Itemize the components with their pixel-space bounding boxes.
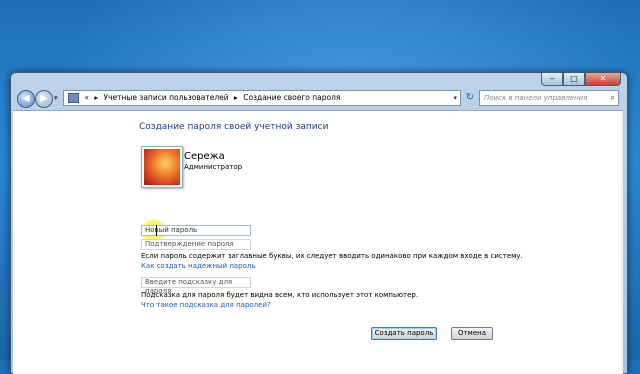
control-panel-icon — [68, 93, 79, 103]
user-avatar — [141, 146, 183, 188]
address-dropdown-icon[interactable]: ▾ — [453, 91, 457, 105]
title-bar[interactable]: ‒ □ ✕ — [11, 73, 627, 87]
content-pane: Создание пароля своей учетной записи Сер… — [13, 110, 623, 374]
minimize-button[interactable]: ‒ — [541, 73, 563, 86]
confirm-password-field[interactable]: Подтверждение пароля — [141, 239, 251, 250]
search-placeholder: Поиск в панели управления — [484, 94, 588, 102]
search-input[interactable]: Поиск в панели управления ⌕ — [479, 90, 619, 106]
cancel-button[interactable]: Отмена — [451, 327, 493, 340]
breadcrumb-separator-icon[interactable]: ▸ — [234, 93, 238, 102]
caps-info-text: Если пароль содержит заглавные буквы, их… — [141, 252, 523, 260]
close-button[interactable]: ✕ — [585, 73, 621, 86]
hint-info-text: Подсказка для пароля будет видна всем, к… — [141, 291, 419, 299]
page-title: Создание пароля своей учетной записи — [139, 122, 329, 132]
navigation-bar: ◀ ▶ ▾ « ▸ Учетные записи пользователей ▸… — [13, 87, 623, 109]
strong-password-link[interactable]: Как создать надежный пароль — [141, 262, 256, 270]
back-button[interactable]: ◀ — [17, 90, 35, 108]
password-hint-field[interactable]: Введите подсказку для пароля — [141, 277, 251, 295]
maximize-button[interactable]: □ — [563, 73, 585, 86]
create-password-button[interactable]: Создать пароль — [371, 327, 437, 340]
recent-pages-dropdown[interactable]: ▾ — [54, 94, 58, 102]
breadcrumb-user-accounts[interactable]: Учетные записи пользователей — [104, 93, 229, 102]
control-panel-window: ‒ □ ✕ ◀ ▶ ▾ « ▸ Учетные записи пользоват… — [10, 72, 628, 374]
text-cursor — [156, 225, 157, 236]
breadcrumb-separator-icon[interactable]: ▸ — [94, 93, 98, 102]
address-bar[interactable]: « ▸ Учетные записи пользователей ▸ Созда… — [63, 90, 461, 106]
address-leading-sep[interactable]: « — [84, 93, 89, 102]
search-icon[interactable]: ⌕ — [611, 91, 615, 105]
what-is-hint-link[interactable]: Что такое подсказка для паролей? — [141, 301, 271, 309]
refresh-icon[interactable]: ↻ — [463, 90, 477, 106]
breadcrumb-create-password[interactable]: Создание своего пароля — [243, 93, 340, 102]
user-name: Сережа — [184, 151, 225, 162]
right-edge — [621, 111, 623, 374]
user-role: Администратор — [184, 163, 243, 171]
forward-button[interactable]: ▶ — [35, 90, 53, 108]
flower-picture-icon — [144, 149, 180, 185]
new-password-field[interactable]: Новый пароль — [141, 225, 251, 236]
caption-buttons: ‒ □ ✕ — [541, 73, 621, 86]
